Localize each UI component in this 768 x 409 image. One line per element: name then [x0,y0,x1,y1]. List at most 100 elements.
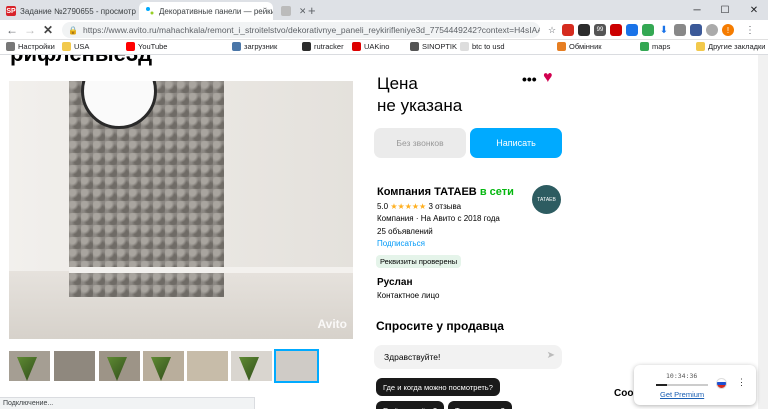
bookmark-youtube[interactable]: YouTube [126,42,167,51]
folder-icon [62,42,71,51]
vpn-widget: 10:34:36 Get Premium ⋮ [634,365,756,405]
bookmark-uakino[interactable]: UAKino [352,42,389,51]
back-icon[interactable]: ← [4,22,20,38]
address-bar[interactable]: 🔒 https://www.avito.ru/mahachkala/remont… [62,22,540,38]
seller-name[interactable]: Компания ТАТАЕВ в сети [377,186,514,198]
avito-watermark: Avito [317,317,347,331]
thumbnail-selected[interactable] [274,349,319,383]
contact-name: Руслан [377,277,413,288]
tab-label: Декоративные панели — рейкир... [159,6,273,16]
thumbnail[interactable] [99,351,140,381]
reviews-link[interactable]: 3 отзыва [428,202,461,211]
bookmark-loader[interactable]: загрузник [232,42,277,51]
badge-extension-icon[interactable]: 99 [594,24,606,36]
page-favicon-icon [281,6,291,16]
maximize-icon[interactable]: ☐ [711,0,739,20]
tab-task[interactable]: SP Задание №2790655 - просмотр з... ✕ [0,2,137,20]
tab-label: Задание №2790655 - просмотр з... [20,6,137,16]
bookmark-settings[interactable]: Настройки [6,42,55,51]
status-bar: Подключение... [0,397,255,409]
message-input[interactable]: Здравствуйте! ➤ [374,345,562,369]
uakino-icon [352,42,361,51]
tab-blank[interactable]: ✕ [275,2,305,20]
url-text: https://www.avito.ru/mahachkala/remont_i… [82,25,540,35]
thumbnail[interactable] [9,351,50,381]
bookmark-sinoptik[interactable]: SINOPTIK [410,42,457,51]
minimize-icon[interactable]: ─ [683,0,711,20]
flag-extension-icon[interactable] [562,24,574,36]
thumbnail[interactable] [54,351,95,381]
exchange-icon [557,42,566,51]
toolbar: ← → ✕ 🔒 https://www.avito.ru/mahachkala/… [0,20,768,40]
ask-seller-title: Спросите у продавца [376,319,504,333]
bookmark-other[interactable]: Другие закладки [696,42,765,51]
red-extension-icon[interactable] [610,24,622,36]
online-status: в сети [479,186,514,198]
rating-stars: ★★★★★ [390,202,427,211]
star-bookmark-icon[interactable]: ☆ [546,24,558,36]
youtube-icon [126,42,135,51]
bookmark-usa[interactable]: USA [62,42,89,51]
get-premium-link[interactable]: Get Premium [660,390,704,399]
listings-count[interactable]: 25 объявлений [377,227,433,236]
close-tab-icon[interactable]: ✕ [295,6,305,17]
more-options-icon[interactable]: ••• [522,71,537,87]
vpn-menu-icon[interactable]: ⋮ [737,377,746,388]
vpn-progress [656,384,708,386]
extension-icon[interactable] [578,24,590,36]
page-content: рифленые3д Avito Цена не указана ••• ♥ Б… [0,55,768,409]
contact-role: Контактное лицо [377,291,440,300]
green-extension-icon[interactable] [642,24,654,36]
forward-icon[interactable]: → [22,22,38,38]
close-window-icon[interactable]: ✕ [740,0,768,20]
vpn-timer: 10:34:36 [666,372,698,380]
new-tab-icon[interactable]: + [308,3,316,18]
thumbnail[interactable] [143,351,184,381]
update-icon[interactable]: ! [722,24,734,36]
folder-icon [696,42,705,51]
bookmark-exchanger[interactable]: Обмінник [557,42,602,51]
subscribe-link[interactable]: Подписаться [377,239,425,248]
quick-question-chip[interactable]: Торг уместен? [448,401,512,409]
blue-extension-icon[interactable] [626,24,638,36]
loader-icon [232,42,241,51]
rutracker-icon [302,42,311,51]
seller-logo[interactable]: ТАТАЕВ [532,185,561,214]
quick-question-chip[interactable]: Где и когда можно посмотреть? [376,378,500,396]
no-calls-button[interactable]: Без звонков [374,128,466,158]
seller-since: Компания · На Авито с 2018 года [377,214,500,223]
profile-avatar[interactable] [706,24,718,36]
seller-rating: 5.0 ★★★★★ 3 отзыва [377,202,462,211]
send-icon[interactable]: ➤ [547,350,555,361]
thumbnail[interactable] [187,351,228,381]
russia-flag-icon[interactable] [716,378,727,389]
baseboard [69,267,353,273]
puzzle-extension-icon[interactable] [674,24,686,36]
extension-icon-2[interactable] [690,24,702,36]
menu-icon[interactable]: ⋮ [744,24,756,36]
avito-favicon-icon [145,6,155,16]
favorite-heart-icon[interactable]: ♥ [543,69,553,87]
download-icon[interactable]: ⬇ [658,24,670,36]
write-message-button[interactable]: Написать [470,128,562,158]
maps-icon [640,42,649,51]
sp-favicon-icon: SP [6,6,16,16]
main-photo[interactable]: Avito [9,81,353,339]
cookie-banner-text: Coo [614,388,634,399]
stop-icon[interactable]: ✕ [40,22,56,38]
scrollbar[interactable] [758,55,768,409]
page-icon [460,42,469,51]
sinoptik-icon [410,42,419,51]
tab-avito[interactable]: Декоративные панели — рейкир... ✕ [139,2,273,20]
bookmark-btc[interactable]: btc to usd [460,42,505,51]
price: Цена не указана [377,74,463,115]
tab-strip: SP Задание №2790655 - просмотр з... ✕ Де… [0,0,768,20]
thumbnail[interactable] [231,351,272,381]
bookmark-maps[interactable]: maps [640,42,670,51]
verified-badge: Реквизиты проверены [376,255,462,268]
bookmarks-bar: Настройки USA YouTube загрузник rutracke… [0,40,768,55]
bookmark-rutracker[interactable]: rutracker [302,42,344,51]
lock-icon: 🔒 [68,25,78,35]
listing-title: рифленые3д [10,55,152,67]
quick-question-chip[interactable]: Ещё продаёте? [376,401,445,409]
